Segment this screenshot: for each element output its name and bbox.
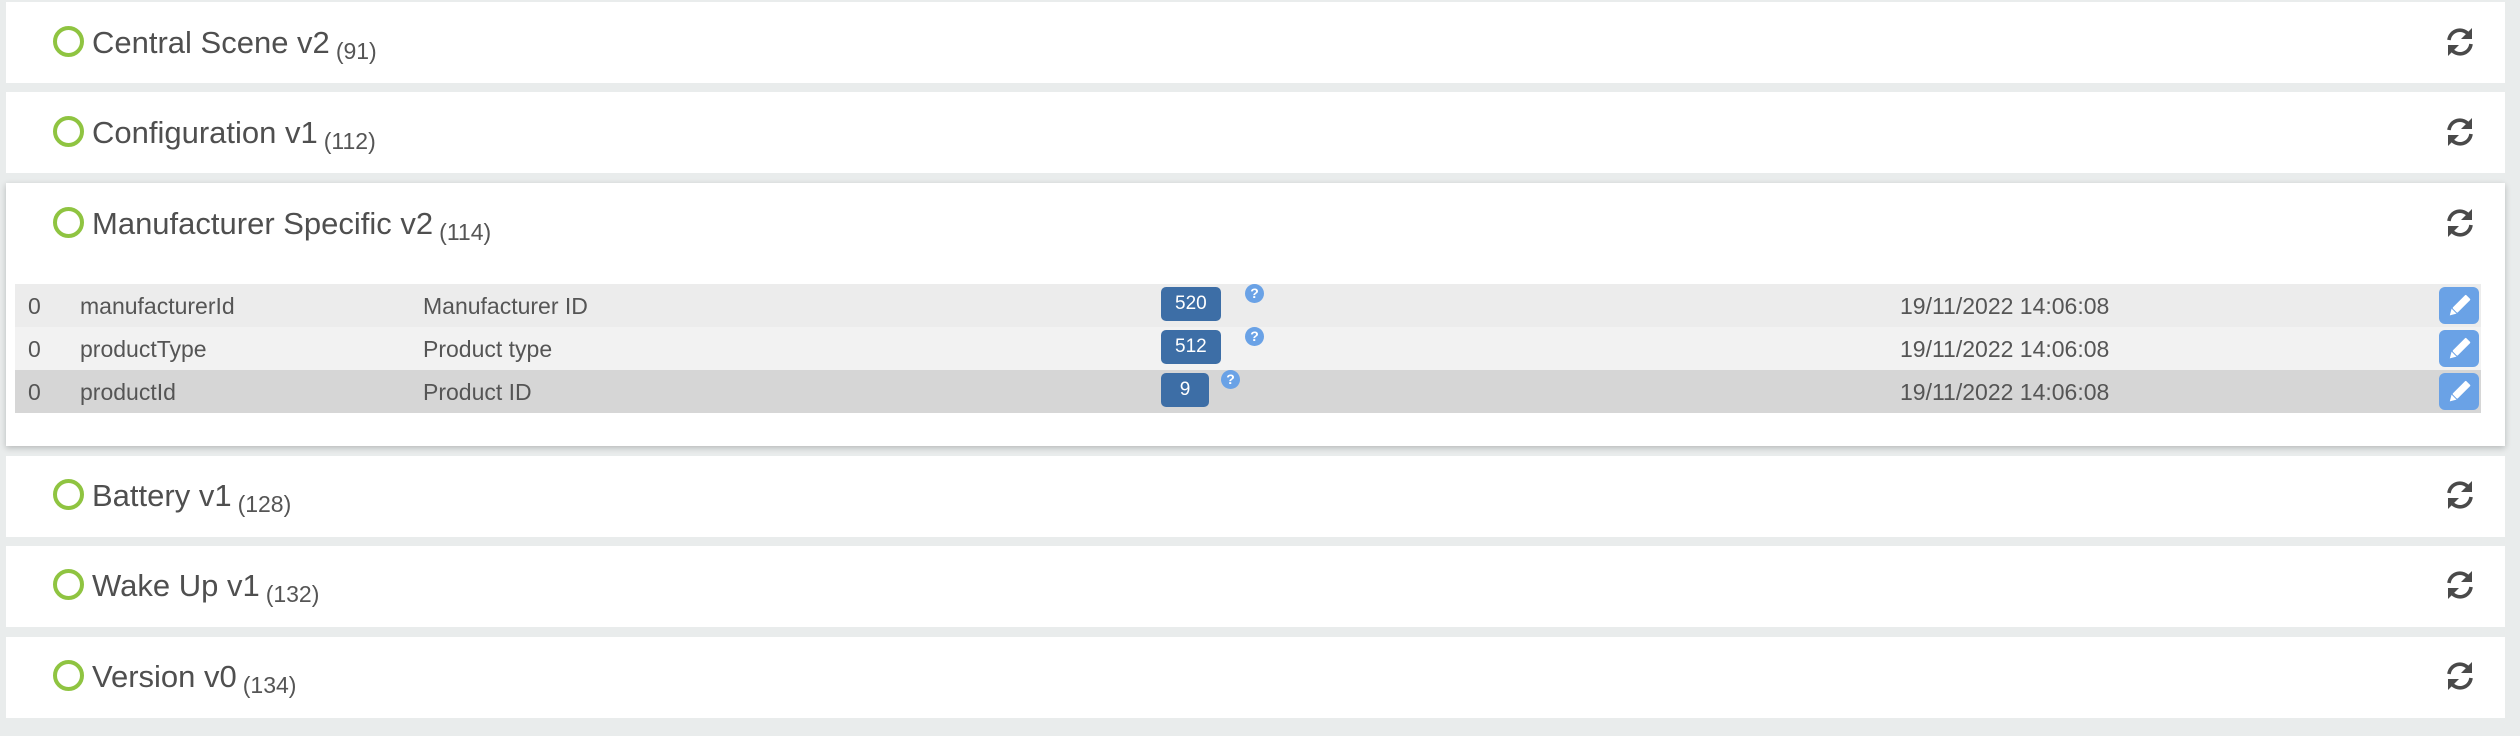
help-icon[interactable]: ? (1245, 327, 1264, 346)
status-ring-icon (53, 116, 84, 147)
instance-cell: 0 (28, 293, 41, 319)
value-badge: 512 (1161, 330, 1221, 364)
panel-title: Configuration v1 (92, 115, 318, 150)
table-row: 0 productId Product ID 9 ? 19/11/2022 14… (15, 370, 2481, 413)
label-cell: Product ID (423, 379, 532, 405)
name-cell: manufacturerId (80, 293, 235, 319)
help-icon[interactable]: ? (1245, 284, 1264, 303)
panel-title: Wake Up v1 (92, 568, 260, 603)
value-cell: 9 ? (1161, 370, 1240, 407)
value-cell: 512 ? (1161, 327, 1264, 364)
command-class-panel-manufacturer-specific: Manufacturer Specific v2 (114) 0 manufact… (6, 183, 2505, 446)
panel-header[interactable]: Battery v1 (128) (6, 456, 2505, 540)
panel-header[interactable]: Manufacturer Specific v2 (114) (6, 183, 2505, 267)
refresh-icon[interactable] (2443, 115, 2477, 149)
data-table: 0 manufacturerId Manufacturer ID 520 ? 1… (15, 284, 2481, 413)
label-cell: Product type (423, 336, 553, 362)
value-badge: 9 (1161, 373, 1209, 407)
value-badge: 520 (1161, 287, 1221, 321)
updated-cell: 19/11/2022 14:06:08 (1900, 379, 2110, 405)
status-ring-icon (53, 569, 84, 600)
refresh-icon[interactable] (2443, 659, 2477, 693)
updated-cell: 19/11/2022 14:06:08 (1900, 293, 2110, 319)
refresh-icon[interactable] (2443, 206, 2477, 240)
command-class-id: (128) (237, 491, 292, 517)
panel-header[interactable]: Configuration v1 (112) (6, 92, 2505, 176)
panel-header[interactable]: Version v0 (134) (6, 637, 2505, 721)
panel-title: Version v0 (92, 659, 237, 694)
command-class-panel-battery: Battery v1 (128) (6, 456, 2505, 537)
command-class-panel-central-scene: Central Scene v2 (91) (6, 2, 2505, 83)
pencil-icon[interactable] (2439, 287, 2479, 324)
label-cell: Manufacturer ID (423, 293, 588, 319)
status-ring-icon (53, 26, 84, 57)
value-cell: 520 ? (1161, 284, 1264, 321)
refresh-icon[interactable] (2443, 478, 2477, 512)
command-class-id: (132) (265, 581, 320, 607)
command-class-panel-version: Version v0 (134) (6, 637, 2505, 718)
status-ring-icon (53, 660, 84, 691)
name-cell: productType (80, 336, 207, 362)
status-ring-icon (53, 479, 84, 510)
panel-title: Central Scene v2 (92, 25, 330, 60)
status-ring-icon (53, 207, 84, 238)
panel-title: Manufacturer Specific v2 (92, 206, 434, 241)
table-row: 0 manufacturerId Manufacturer ID 520 ? 1… (15, 284, 2481, 327)
instance-cell: 0 (28, 379, 41, 405)
panel-title: Battery v1 (92, 478, 232, 513)
pencil-icon[interactable] (2439, 330, 2479, 367)
command-class-id: (114) (439, 219, 492, 245)
refresh-icon[interactable] (2443, 25, 2477, 59)
help-icon[interactable]: ? (1221, 370, 1240, 389)
command-class-panel-wake-up: Wake Up v1 (132) (6, 546, 2505, 627)
command-class-id: (134) (242, 672, 297, 698)
instance-cell: 0 (28, 336, 41, 362)
refresh-icon[interactable] (2443, 568, 2477, 602)
command-class-id: (91) (335, 38, 377, 64)
command-class-panel-configuration: Configuration v1 (112) (6, 92, 2505, 173)
panel-header[interactable]: Central Scene v2 (91) (6, 2, 2505, 86)
updated-cell: 19/11/2022 14:06:08 (1900, 336, 2110, 362)
panel-header[interactable]: Wake Up v1 (132) (6, 546, 2505, 630)
name-cell: productId (80, 379, 176, 405)
table-row: 0 productType Product type 512 ? 19/11/2… (15, 327, 2481, 370)
command-class-id: (112) (323, 128, 376, 154)
pencil-icon[interactable] (2439, 373, 2479, 410)
